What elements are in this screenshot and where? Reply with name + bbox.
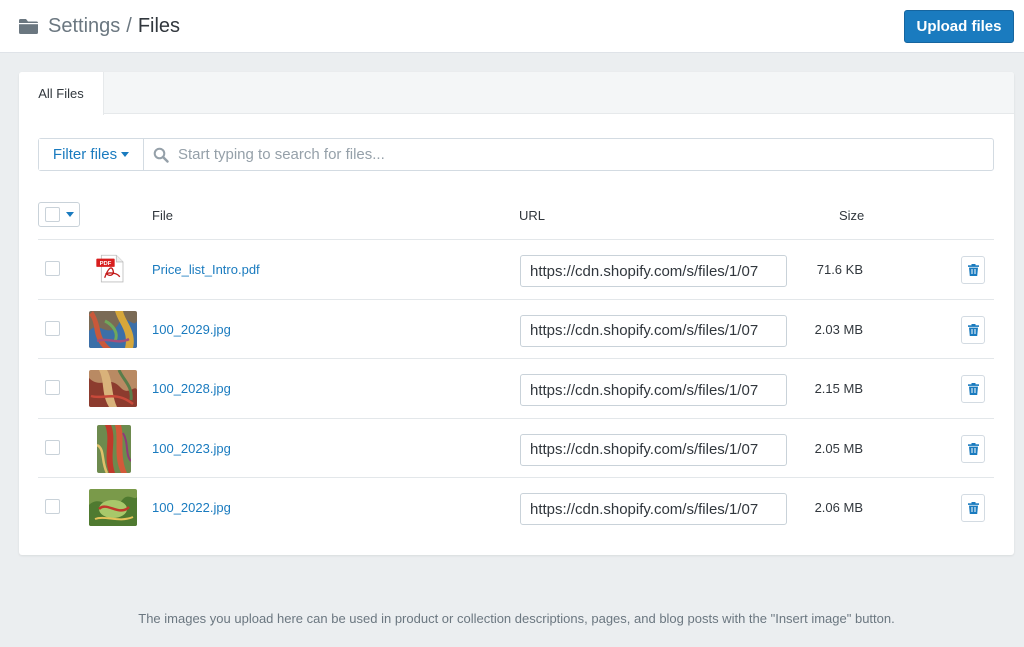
- top-bar: Settings / Files Upload files: [0, 0, 1024, 53]
- column-header-file: File: [152, 208, 173, 223]
- row-checkbox[interactable]: [45, 380, 60, 395]
- table-row: PDF Price_list_Intro.pdf 71.6 KB: [38, 240, 994, 300]
- file-size: 2.05 MB: [814, 440, 863, 456]
- delete-button[interactable]: [961, 494, 985, 522]
- row-checkbox[interactable]: [45, 320, 60, 336]
- file-link[interactable]: 100_2022.jpg: [152, 500, 231, 515]
- trash-icon: [967, 264, 979, 276]
- image-thumbnail: [89, 489, 137, 526]
- svg-text:PDF: PDF: [100, 261, 112, 267]
- caret-down-icon: [121, 152, 130, 157]
- page-title: Files: [137, 14, 181, 37]
- delete-button[interactable]: [961, 256, 985, 284]
- trash-icon: [967, 442, 979, 455]
- image-thumbnail: [89, 370, 137, 407]
- search-icon: [153, 147, 169, 163]
- file-size: 2.06 MB: [814, 500, 863, 515]
- pdf-icon: PDF: [96, 254, 124, 283]
- table-row: 100_2028.jpg 2.15 MB: [38, 359, 994, 419]
- file-link[interactable]: Price_list_Intro.pdf: [152, 262, 260, 277]
- tab-bar: All Files: [19, 72, 1014, 115]
- column-header-url: URL: [519, 208, 546, 223]
- breadcrumb-settings-link[interactable]: Settings: [48, 15, 120, 38]
- url-field[interactable]: [520, 433, 787, 466]
- filter-files-button[interactable]: Filter files: [39, 139, 144, 170]
- folder-icon: [19, 18, 38, 34]
- image-thumbnail: [89, 310, 137, 348]
- filter-bar: Filter files: [38, 138, 994, 171]
- file-link[interactable]: 100_2029.jpg: [152, 322, 231, 337]
- url-field[interactable]: [520, 314, 787, 347]
- row-checkbox[interactable]: [45, 261, 60, 276]
- url-field[interactable]: [520, 374, 787, 406]
- file-link[interactable]: 100_2023.jpg: [152, 441, 231, 456]
- url-field[interactable]: [520, 493, 787, 525]
- row-checkbox[interactable]: [45, 439, 60, 455]
- breadcrumb: Settings / Files: [48, 15, 180, 38]
- breadcrumb-separator: /: [126, 14, 132, 37]
- table-row: 100_2029.jpg 2.03 MB: [38, 300, 994, 359]
- select-all-checkbox[interactable]: [45, 207, 60, 222]
- bulk-select-dropdown[interactable]: [38, 202, 80, 227]
- table-header: File URL Size: [38, 192, 994, 240]
- delete-button[interactable]: [961, 375, 985, 403]
- delete-button[interactable]: [961, 315, 985, 344]
- image-thumbnail: [97, 424, 131, 473]
- trash-icon: [967, 502, 979, 514]
- table-row: 100_2022.jpg 2.06 MB: [38, 478, 994, 538]
- caret-down-icon: [66, 212, 74, 217]
- url-field[interactable]: [520, 255, 787, 287]
- file-size: 71.6 KB: [816, 262, 863, 277]
- tab-all-files[interactable]: All Files: [19, 72, 104, 115]
- files-card: All Files Filter files File URL Size: [19, 72, 1014, 555]
- row-checkbox[interactable]: [45, 499, 60, 514]
- trash-icon: [967, 383, 979, 395]
- search-wrapper: [144, 139, 993, 170]
- trash-icon: [967, 323, 979, 336]
- file-size: 2.15 MB: [814, 381, 863, 396]
- column-header-size: Size: [839, 208, 865, 223]
- file-link[interactable]: 100_2028.jpg: [152, 381, 231, 396]
- upload-files-button[interactable]: Upload files: [904, 10, 1014, 43]
- delete-button[interactable]: [961, 434, 985, 463]
- files-table: File URL Size PDF Price_list_Intro.pdf 7…: [38, 192, 994, 538]
- search-input[interactable]: [178, 146, 993, 163]
- filter-files-label: Filter files: [52, 146, 118, 163]
- footer-note: The images you upload here can be used i…: [138, 611, 895, 626]
- file-size: 2.03 MB: [814, 321, 863, 337]
- table-row: 100_2023.jpg 2.05 MB: [38, 419, 994, 478]
